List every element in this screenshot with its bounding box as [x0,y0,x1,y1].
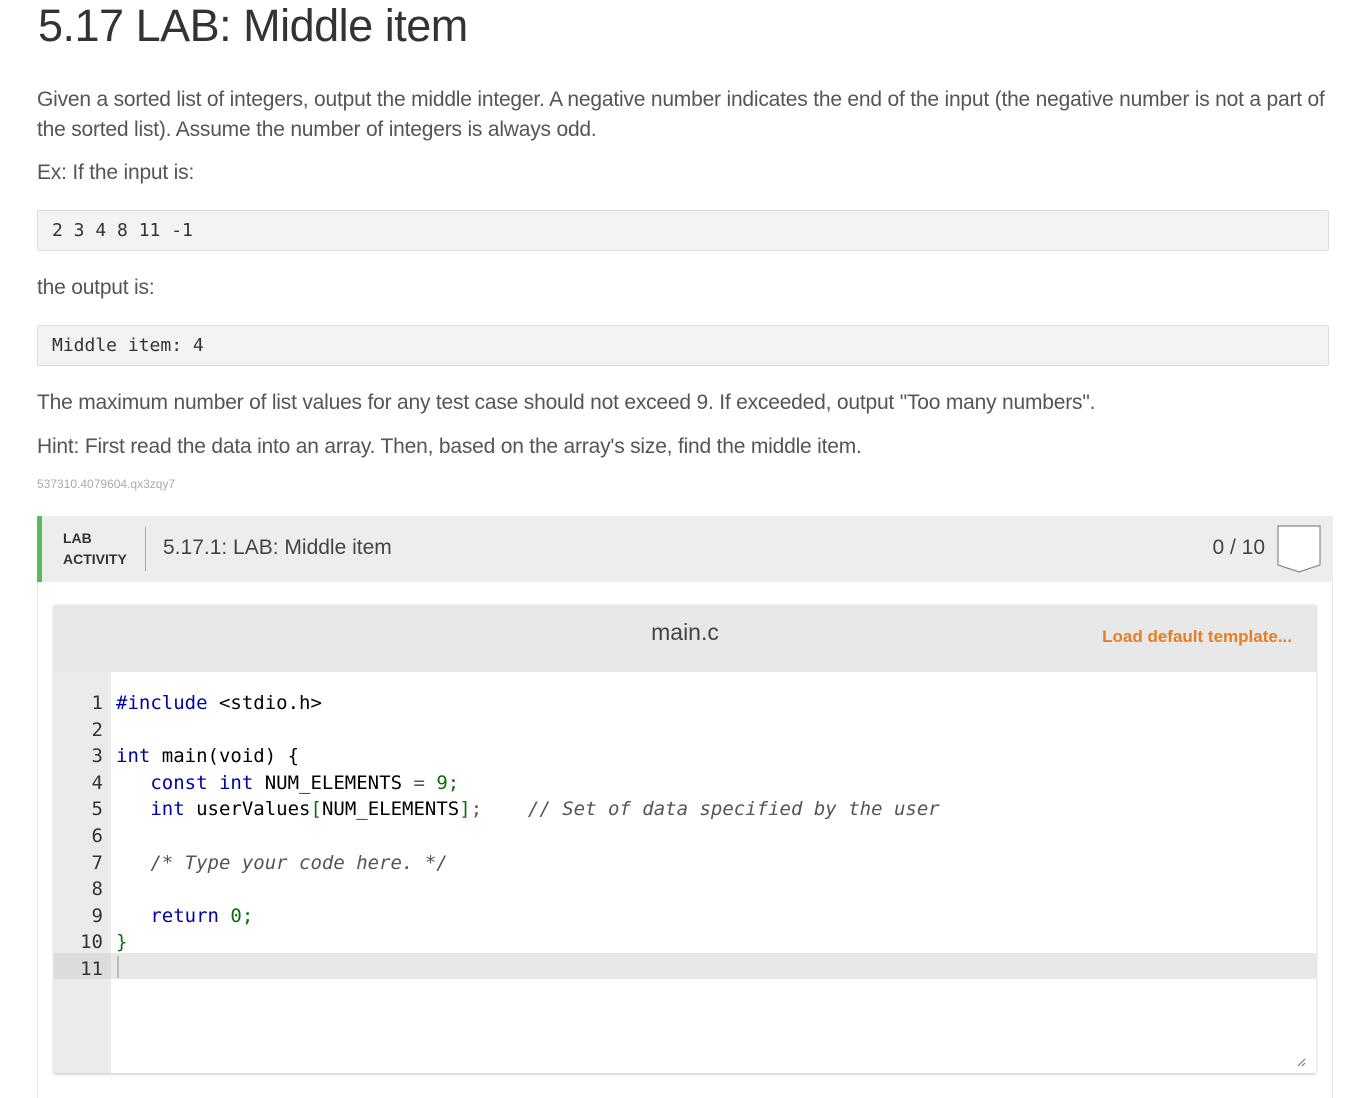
example-label: Ex: If the input is: [37,161,195,184]
editor-header: main.c Load default template... [54,605,1316,672]
page-title: 5.17 LAB: Middle item [38,0,468,51]
line-number: 6 [91,825,103,847]
max-note: The maximum number of list values for an… [37,391,1096,414]
code-line-4: const int NUM_ELEMENTS = 9; [150,771,460,794]
lab-divider [145,527,146,571]
example-output-box: Middle item: 4 [37,325,1329,366]
resize-grip-icon[interactable] [1296,1057,1306,1067]
example-input-box: 2 3 4 8 11 -1 [37,210,1329,251]
content-id: 537310.4079604.qx3zqy7 [37,477,176,491]
line-number: 7 [91,851,103,874]
lab-score: 0 / 10 [1212,536,1265,559]
code-line-1: #include <stdio.h> [116,692,322,714]
output-label: the output is: [37,276,155,299]
load-default-template-link[interactable]: Load default template... [1102,627,1292,647]
lab-activity-header: LAB ACTIVITY 5.17.1: LAB: Middle item 0 … [37,516,1333,582]
lab-activity-label: LAB ACTIVITY [63,528,127,570]
line-number: 2 [91,718,103,741]
code-line-10: } [116,931,128,954]
score-shield-icon [1277,525,1321,573]
code-line-5: int userValues[NUM_ELEMENTS]; // Set of … [150,798,940,821]
line-number: 4 [91,771,103,794]
code-line-9: return 0; [150,904,254,927]
hint-text: Hint: First read the data into an array.… [37,435,862,458]
code-line-3: int main(void) { [116,745,300,768]
line-number: 10 [80,931,103,954]
text-cursor [117,956,119,978]
lab-label-line2: ACTIVITY [63,551,127,567]
line-number: 11 [80,958,103,980]
intro-text: Given a sorted list of integers, output … [37,88,1325,141]
line-number: 3 [91,745,103,768]
line-number: 1 [91,692,103,714]
line-number: 5 [91,798,103,821]
code-editor: main.c Load default template... 1 2 3 4 … [54,605,1316,1073]
code-input-area[interactable]: #include <stdio.h> int main(void) { cons… [111,672,1316,1073]
lab-title: 5.17.1: LAB: Middle item [163,536,392,559]
active-line-highlight [111,953,1316,979]
code-line-7: /* Type your code here. */ [116,851,448,874]
lab-label-line1: LAB [63,530,92,546]
line-number-gutter: 1 2 3 4 5 6 7 8 9 10 11 [54,672,111,1073]
line-number: 9 [91,904,103,927]
line-number: 8 [91,878,103,901]
